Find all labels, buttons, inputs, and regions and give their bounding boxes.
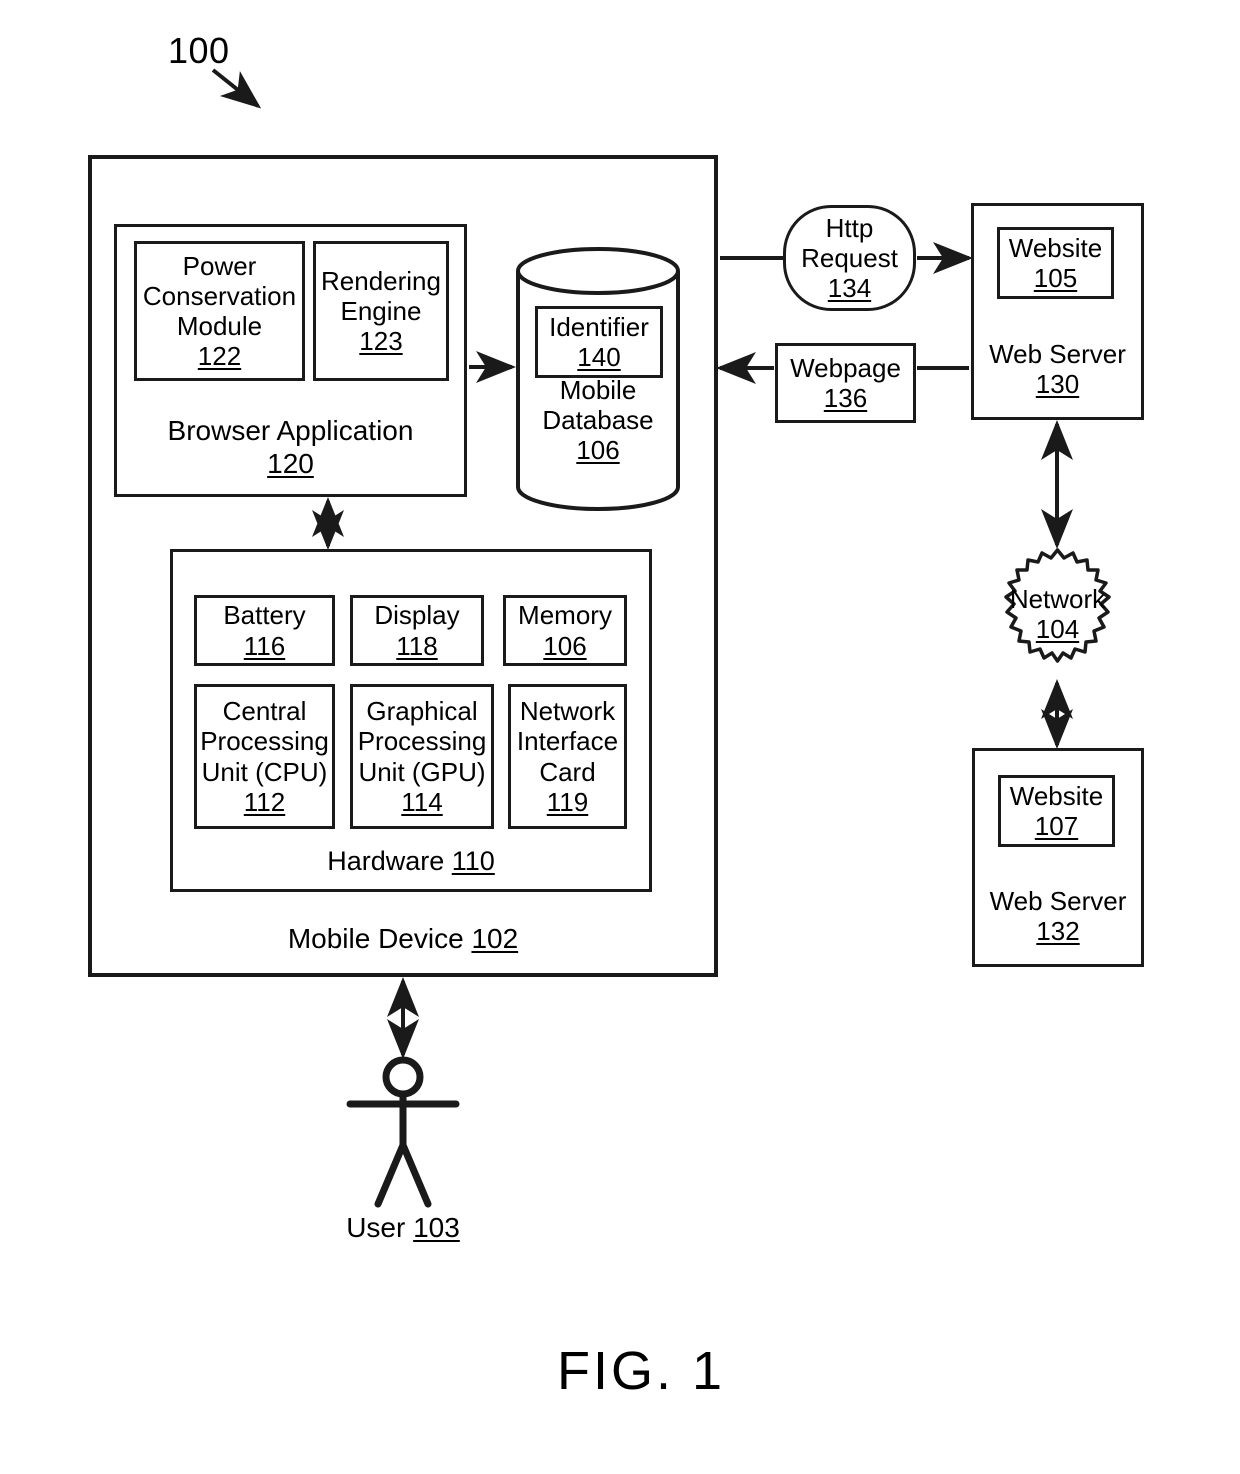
web-server-132-number: 132 <box>1036 915 1080 946</box>
identifier: Identifier 140 <box>535 306 663 378</box>
hardware-label: Hardware <box>327 845 452 876</box>
web-server-130-number: 130 <box>1035 368 1080 399</box>
hardware-memory: Memory 106 <box>503 595 627 666</box>
browser-application-label: Browser Application <box>167 415 414 447</box>
mobile-database-label: Mobile Database <box>542 375 654 436</box>
battery-label: Battery <box>223 600 306 631</box>
user-label: User <box>346 1212 414 1243</box>
webpage-label: Webpage <box>790 352 901 383</box>
memory-label: Memory <box>518 600 612 631</box>
website-107-number: 107 <box>1034 811 1079 841</box>
memory-number: 106 <box>543 630 587 661</box>
website-105-number: 105 <box>1033 263 1078 293</box>
user-number: 103 <box>413 1212 460 1243</box>
hardware-cpu: Central Processing Unit (CPU) 112 <box>194 684 335 829</box>
hardware-network-interface-card: Network Interface Card 119 <box>508 684 627 829</box>
hardware-display: Display 118 <box>350 595 484 666</box>
identifier-number: 140 <box>577 342 621 372</box>
power-conservation-module: Power Conservation Module 122 <box>134 241 305 381</box>
user-stick-figure <box>346 1056 460 1208</box>
mobile-device-number: 102 <box>471 922 519 954</box>
battery-number: 116 <box>243 630 286 661</box>
network-interface-card-label: Network Interface Card <box>516 696 619 787</box>
cpu-number: 112 <box>243 786 286 817</box>
http-request-label: Http Request <box>801 212 898 273</box>
lead-line-100 <box>211 68 262 109</box>
mobile-database-cylinder: Mobile Database 106 <box>515 245 681 513</box>
network-cloud: Network 104 <box>985 546 1130 682</box>
webpage-number: 136 <box>823 383 868 413</box>
web-server-132-label: Web Server <box>989 885 1127 916</box>
rendering-engine-label: Rendering Engine <box>321 265 441 326</box>
rendering-engine: Rendering Engine 123 <box>313 241 449 381</box>
webpage: Webpage 136 <box>775 343 916 423</box>
http-request-number: 134 <box>827 273 872 304</box>
cpu-label: Central Processing Unit (CPU) <box>200 696 329 787</box>
network-interface-card-number: 119 <box>546 786 589 817</box>
gpu-label: Graphical Processing Unit (GPU) <box>357 696 487 787</box>
website-105: Website 105 <box>997 227 1114 299</box>
rendering-engine-number: 123 <box>359 326 403 357</box>
network-number: 104 <box>1035 614 1080 645</box>
identifier-label: Identifier <box>549 311 649 342</box>
user-label-group: User 103 <box>303 1212 503 1244</box>
website-107: Website 107 <box>998 775 1115 847</box>
website-107-label: Website <box>1009 780 1104 811</box>
figure-caption: FIG. 1 <box>557 1341 726 1401</box>
display-label: Display <box>374 600 460 631</box>
figure-reference-number: 100 <box>168 30 230 71</box>
hardware-battery: Battery 116 <box>194 595 335 666</box>
browser-application-number: 120 <box>267 447 314 479</box>
mobile-device-label: Mobile Device <box>287 922 472 954</box>
gpu-number: 114 <box>401 786 443 817</box>
power-conservation-module-number: 122 <box>197 341 242 372</box>
website-105-label: Website <box>1008 232 1103 263</box>
mobile-database-number: 106 <box>576 435 620 466</box>
web-server-130-label: Web Server <box>989 338 1126 369</box>
hardware-number: 110 <box>451 845 495 876</box>
figure-page: 100 Mobile Device 102 Browser Applicatio… <box>0 0 1240 1474</box>
power-conservation-module-label: Power Conservation Module <box>142 250 297 341</box>
hardware-gpu: Graphical Processing Unit (GPU) 114 <box>350 684 494 829</box>
http-request: Http Request 134 <box>783 205 916 311</box>
network-label: Network <box>1009 584 1106 614</box>
display-number: 118 <box>396 630 438 661</box>
